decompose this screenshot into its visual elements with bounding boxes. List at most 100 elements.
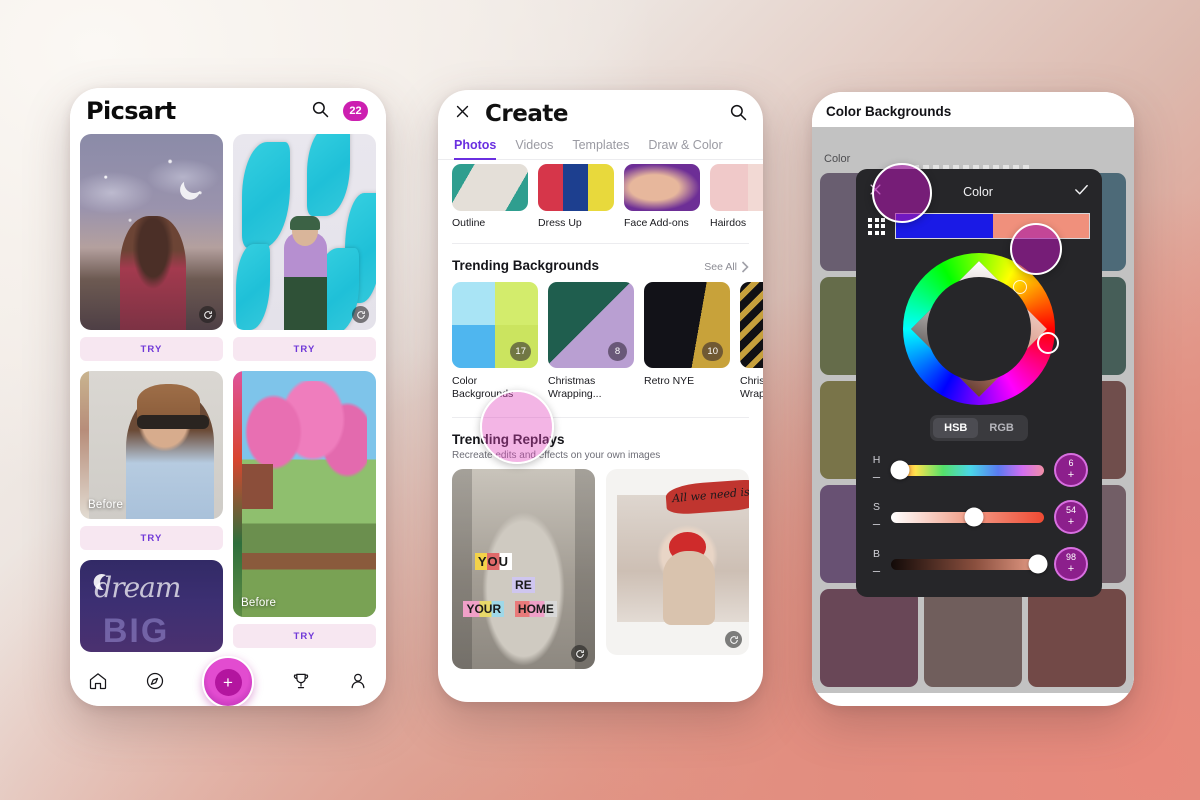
tap-indicator-close <box>872 163 932 223</box>
mode-rgb[interactable]: RGB <box>978 418 1024 438</box>
sb-handle[interactable] <box>1013 280 1027 294</box>
category-thumbnail <box>710 164 763 211</box>
replay-icon[interactable] <box>352 306 369 323</box>
item-count: 17 <box>510 342 531 361</box>
decrement-b[interactable]: – <box>870 562 883 581</box>
color-swatch[interactable] <box>924 589 1022 687</box>
decrement-h[interactable]: – <box>870 468 883 487</box>
background-item[interactable]: 17 Color Backgrounds <box>452 282 538 401</box>
bottom-navigation[interactable]: + <box>70 655 386 706</box>
hue-knob[interactable] <box>890 460 910 480</box>
category-thumbnail <box>624 164 700 211</box>
close-icon[interactable] <box>454 103 471 125</box>
grid-icon[interactable] <box>868 217 885 235</box>
brightness-value-stepper[interactable]: 98 + <box>1054 547 1088 582</box>
hue-wheel[interactable] <box>903 253 1059 405</box>
profile-icon[interactable] <box>348 671 368 696</box>
background-item[interactable]: 10 Retro NYE <box>644 282 730 401</box>
search-icon[interactable] <box>311 100 329 123</box>
before-strip <box>80 371 89 519</box>
trending-replays-row[interactable]: YOU RE YOUR HOME All we need is Lo <box>438 469 763 670</box>
brightness-knob[interactable] <box>1028 554 1048 574</box>
home-header-actions: 22 <box>311 100 368 123</box>
try-button[interactable]: TRY <box>233 337 376 361</box>
replay-icon[interactable] <box>199 306 216 323</box>
background-label: Christmas Gift Wrap <box>740 375 763 401</box>
try-button[interactable]: TRY <box>80 526 223 550</box>
tab-photos[interactable]: Photos <box>454 138 497 160</box>
see-all-button[interactable]: See All <box>704 261 749 273</box>
category-item[interactable]: Outline <box>452 164 528 229</box>
tab-draw-color[interactable]: Draw & Color <box>648 138 722 160</box>
feed-card[interactable]: TRY <box>80 134 223 361</box>
mode-pill[interactable]: HSB RGB <box>930 415 1028 441</box>
color-compare-bar[interactable] <box>895 213 1090 239</box>
trending-backgrounds-row[interactable]: 17 Color Backgrounds 8 Christmas Wrappin… <box>438 282 763 401</box>
challenges-icon[interactable] <box>291 671 311 696</box>
feed-card-image[interactable] <box>233 134 376 330</box>
category-item[interactable]: Face Add-ons <box>624 164 700 229</box>
tap-indicator-color-backgrounds <box>480 390 554 464</box>
picsart-logo: Picsart <box>86 97 176 125</box>
hue-track[interactable] <box>890 460 1044 480</box>
search-icon[interactable] <box>729 103 747 126</box>
tab-videos[interactable]: Videos <box>515 138 553 160</box>
feed-card-image[interactable] <box>80 134 223 330</box>
feed-card[interactable]: Before TRY <box>233 371 376 648</box>
saturation-track[interactable] <box>891 507 1044 527</box>
feed-card[interactable]: dream BIG <box>80 560 223 652</box>
saturation-knob[interactable] <box>964 507 984 527</box>
tab-templates[interactable]: Templates <box>572 138 629 160</box>
feed-card-image[interactable]: Before <box>233 371 376 617</box>
hue-value-stepper[interactable]: 6 + <box>1054 453 1088 488</box>
background-item[interactable]: Christmas Gift Wrap <box>740 282 763 401</box>
replay-item[interactable]: YOU RE YOUR HOME <box>452 469 595 670</box>
page-title: Create <box>485 101 568 127</box>
feed-card[interactable]: Before TRY <box>80 371 223 550</box>
color-swatch[interactable] <box>1028 589 1126 687</box>
phone-create-screen: Create Photos Videos Templates Draw & Co… <box>438 90 763 702</box>
replay-icon[interactable] <box>725 631 742 649</box>
brightness-value: 98 <box>1065 552 1076 563</box>
color-mode-toggle[interactable]: HSB RGB <box>856 415 1102 441</box>
mode-hsb[interactable]: HSB <box>933 418 979 438</box>
brightness-track[interactable] <box>891 554 1048 574</box>
pink-tree-artwork: Before <box>233 371 376 617</box>
slider-hue[interactable]: H – 6 + <box>856 453 1102 488</box>
create-fab-halo[interactable]: + <box>202 655 254 706</box>
home-feed[interactable]: TRY Before TRY dream BIG TRY Before TRY <box>70 134 386 662</box>
category-row[interactable]: Outline Dress Up Face Add-ons Hairdos <box>438 160 763 229</box>
plus-icon[interactable]: + <box>214 668 242 696</box>
home-icon[interactable] <box>88 671 108 696</box>
color-wheel-area[interactable] <box>856 239 1102 413</box>
slider-brightness[interactable]: B – 98 + <box>856 547 1102 582</box>
create-tabs[interactable]: Photos Videos Templates Draw & Color <box>438 138 763 160</box>
hue-value: 6 <box>1068 458 1074 469</box>
background-item[interactable]: 8 Christmas Wrapping... <box>548 282 634 401</box>
replay-item[interactable]: All we need is Lo <box>606 469 749 656</box>
color-picker-modal: Color HSB RGB H – 6 + S – 54 + B – 98 + <box>856 169 1102 598</box>
dream-big-artwork: dream BIG <box>80 560 223 652</box>
notification-badge[interactable]: 22 <box>343 101 368 121</box>
discover-icon[interactable] <box>145 671 165 696</box>
color-swatch[interactable] <box>820 589 918 687</box>
feed-card-image[interactable]: dream BIG <box>80 560 223 652</box>
category-thumbnail <box>452 164 528 211</box>
see-all-label: See All <box>704 261 737 273</box>
feed-card[interactable]: TRY <box>233 134 376 361</box>
feed-card-image[interactable]: Before <box>80 371 223 519</box>
before-label: Before <box>241 597 277 609</box>
category-item[interactable]: Dress Up <box>538 164 614 229</box>
saturation-value-stepper[interactable]: 54 + <box>1054 500 1088 535</box>
night-sky-artwork <box>80 134 223 330</box>
saturation-brightness-area[interactable] <box>911 261 1047 397</box>
check-icon[interactable] <box>1073 181 1090 203</box>
decrement-s[interactable]: – <box>870 515 883 534</box>
try-button[interactable]: TRY <box>233 624 376 648</box>
hue-handle[interactable] <box>1037 332 1059 355</box>
phone-home-feed: Picsart 22 TRY Before TRY dream BIG TRY … <box>70 88 386 706</box>
slider-saturation[interactable]: S – 54 + <box>856 500 1102 535</box>
create-fab[interactable]: + <box>202 655 254 706</box>
try-button[interactable]: TRY <box>80 337 223 361</box>
category-item[interactable]: Hairdos <box>710 164 763 229</box>
